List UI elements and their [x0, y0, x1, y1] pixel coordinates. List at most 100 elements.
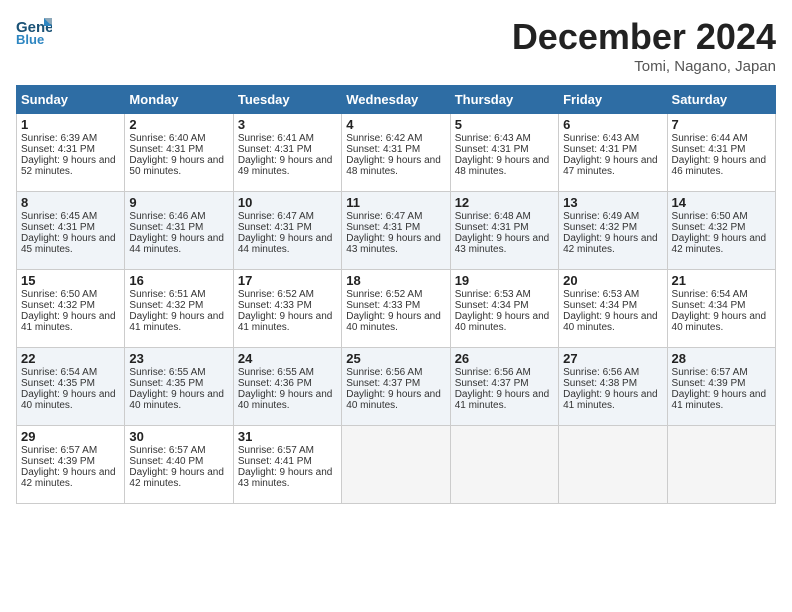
sunset: Sunset: 4:38 PM	[563, 378, 637, 389]
day-cell-15: 15Sunrise: 6:50 AMSunset: 4:32 PMDayligh…	[17, 270, 125, 348]
day-cell-1: 1Sunrise: 6:39 AMSunset: 4:31 PMDaylight…	[17, 114, 125, 192]
sunrise: Sunrise: 6:49 AM	[563, 211, 639, 222]
daylight-label: Daylight: 9 hours and 41 minutes.	[129, 311, 224, 333]
daylight-label: Daylight: 9 hours and 41 minutes.	[672, 389, 767, 411]
day-number: 16	[129, 273, 228, 288]
daylight-label: Daylight: 9 hours and 49 minutes.	[238, 155, 333, 177]
sunset: Sunset: 4:31 PM	[238, 144, 312, 155]
daylight-label: Daylight: 9 hours and 40 minutes.	[346, 389, 441, 411]
daylight-label: Daylight: 9 hours and 47 minutes.	[563, 155, 658, 177]
daylight-label: Daylight: 9 hours and 42 minutes.	[129, 467, 224, 489]
day-cell-29: 29Sunrise: 6:57 AMSunset: 4:39 PMDayligh…	[17, 426, 125, 504]
sunrise: Sunrise: 6:40 AM	[129, 133, 205, 144]
empty-cell	[450, 426, 558, 504]
daylight-label: Daylight: 9 hours and 44 minutes.	[129, 233, 224, 255]
calendar-row: 22Sunrise: 6:54 AMSunset: 4:35 PMDayligh…	[17, 348, 776, 426]
sunset: Sunset: 4:31 PM	[129, 222, 203, 233]
daylight-label: Daylight: 9 hours and 40 minutes.	[21, 389, 116, 411]
day-number: 20	[563, 273, 662, 288]
day-cell-9: 9Sunrise: 6:46 AMSunset: 4:31 PMDaylight…	[125, 192, 233, 270]
day-cell-12: 12Sunrise: 6:48 AMSunset: 4:31 PMDayligh…	[450, 192, 558, 270]
day-number: 19	[455, 273, 554, 288]
daylight-label: Daylight: 9 hours and 42 minutes.	[563, 233, 658, 255]
header-tuesday: Tuesday	[233, 86, 341, 114]
sunset: Sunset: 4:34 PM	[455, 300, 529, 311]
daylight-label: Daylight: 9 hours and 42 minutes.	[21, 467, 116, 489]
sunrise: Sunrise: 6:57 AM	[672, 367, 748, 378]
sunrise: Sunrise: 6:55 AM	[238, 367, 314, 378]
sunset: Sunset: 4:34 PM	[672, 300, 746, 311]
sunrise: Sunrise: 6:44 AM	[672, 133, 748, 144]
day-cell-17: 17Sunrise: 6:52 AMSunset: 4:33 PMDayligh…	[233, 270, 341, 348]
sunrise: Sunrise: 6:57 AM	[129, 445, 205, 456]
day-number: 17	[238, 273, 337, 288]
day-cell-31: 31Sunrise: 6:57 AMSunset: 4:41 PMDayligh…	[233, 426, 341, 504]
day-cell-27: 27Sunrise: 6:56 AMSunset: 4:38 PMDayligh…	[559, 348, 667, 426]
calendar-row: 29Sunrise: 6:57 AMSunset: 4:39 PMDayligh…	[17, 426, 776, 504]
sunset: Sunset: 4:31 PM	[21, 222, 95, 233]
day-cell-6: 6Sunrise: 6:43 AMSunset: 4:31 PMDaylight…	[559, 114, 667, 192]
sunrise: Sunrise: 6:47 AM	[238, 211, 314, 222]
daylight-label: Daylight: 9 hours and 42 minutes.	[672, 233, 767, 255]
sunrise: Sunrise: 6:53 AM	[563, 289, 639, 300]
day-cell-26: 26Sunrise: 6:56 AMSunset: 4:37 PMDayligh…	[450, 348, 558, 426]
day-cell-23: 23Sunrise: 6:55 AMSunset: 4:35 PMDayligh…	[125, 348, 233, 426]
day-number: 14	[672, 195, 771, 210]
daylight-label: Daylight: 9 hours and 46 minutes.	[672, 155, 767, 177]
day-cell-7: 7Sunrise: 6:44 AMSunset: 4:31 PMDaylight…	[667, 114, 775, 192]
day-number: 2	[129, 117, 228, 132]
day-cell-13: 13Sunrise: 6:49 AMSunset: 4:32 PMDayligh…	[559, 192, 667, 270]
daylight-label: Daylight: 9 hours and 40 minutes.	[238, 389, 333, 411]
day-number: 23	[129, 351, 228, 366]
day-cell-25: 25Sunrise: 6:56 AMSunset: 4:37 PMDayligh…	[342, 348, 450, 426]
day-number: 13	[563, 195, 662, 210]
sunset: Sunset: 4:37 PM	[455, 378, 529, 389]
day-number: 5	[455, 117, 554, 132]
day-number: 4	[346, 117, 445, 132]
sunrise: Sunrise: 6:56 AM	[346, 367, 422, 378]
sunset: Sunset: 4:31 PM	[21, 144, 95, 155]
day-cell-24: 24Sunrise: 6:55 AMSunset: 4:36 PMDayligh…	[233, 348, 341, 426]
day-number: 3	[238, 117, 337, 132]
day-cell-3: 3Sunrise: 6:41 AMSunset: 4:31 PMDaylight…	[233, 114, 341, 192]
sunset: Sunset: 4:39 PM	[21, 456, 95, 467]
sunset: Sunset: 4:33 PM	[346, 300, 420, 311]
header-thursday: Thursday	[450, 86, 558, 114]
day-number: 12	[455, 195, 554, 210]
empty-cell	[559, 426, 667, 504]
day-cell-18: 18Sunrise: 6:52 AMSunset: 4:33 PMDayligh…	[342, 270, 450, 348]
sunrise: Sunrise: 6:46 AM	[129, 211, 205, 222]
daylight-label: Daylight: 9 hours and 40 minutes.	[563, 311, 658, 333]
daylight-label: Daylight: 9 hours and 40 minutes.	[672, 311, 767, 333]
sunrise: Sunrise: 6:45 AM	[21, 211, 97, 222]
sunset: Sunset: 4:37 PM	[346, 378, 420, 389]
daylight-label: Daylight: 9 hours and 40 minutes.	[129, 389, 224, 411]
day-number: 26	[455, 351, 554, 366]
daylight-label: Daylight: 9 hours and 43 minutes.	[346, 233, 441, 255]
calendar-row: 15Sunrise: 6:50 AMSunset: 4:32 PMDayligh…	[17, 270, 776, 348]
sunset: Sunset: 4:32 PM	[563, 222, 637, 233]
day-number: 9	[129, 195, 228, 210]
day-cell-20: 20Sunrise: 6:53 AMSunset: 4:34 PMDayligh…	[559, 270, 667, 348]
day-number: 27	[563, 351, 662, 366]
empty-cell	[342, 426, 450, 504]
sunrise: Sunrise: 6:51 AM	[129, 289, 205, 300]
daylight-label: Daylight: 9 hours and 48 minutes.	[346, 155, 441, 177]
day-number: 10	[238, 195, 337, 210]
sunrise: Sunrise: 6:52 AM	[346, 289, 422, 300]
day-cell-10: 10Sunrise: 6:47 AMSunset: 4:31 PMDayligh…	[233, 192, 341, 270]
sunrise: Sunrise: 6:43 AM	[455, 133, 531, 144]
title-block: December 2024 Tomi, Nagano, Japan	[512, 16, 776, 75]
day-number: 22	[21, 351, 120, 366]
daylight-label: Daylight: 9 hours and 40 minutes.	[455, 311, 550, 333]
day-number: 30	[129, 429, 228, 444]
day-cell-11: 11Sunrise: 6:47 AMSunset: 4:31 PMDayligh…	[342, 192, 450, 270]
day-number: 21	[672, 273, 771, 288]
sunset: Sunset: 4:31 PM	[346, 222, 420, 233]
daylight-label: Daylight: 9 hours and 48 minutes.	[455, 155, 550, 177]
daylight-label: Daylight: 9 hours and 41 minutes.	[238, 311, 333, 333]
month-title: December 2024	[512, 16, 776, 58]
day-number: 24	[238, 351, 337, 366]
daylight-label: Daylight: 9 hours and 45 minutes.	[21, 233, 116, 255]
sunset: Sunset: 4:40 PM	[129, 456, 203, 467]
